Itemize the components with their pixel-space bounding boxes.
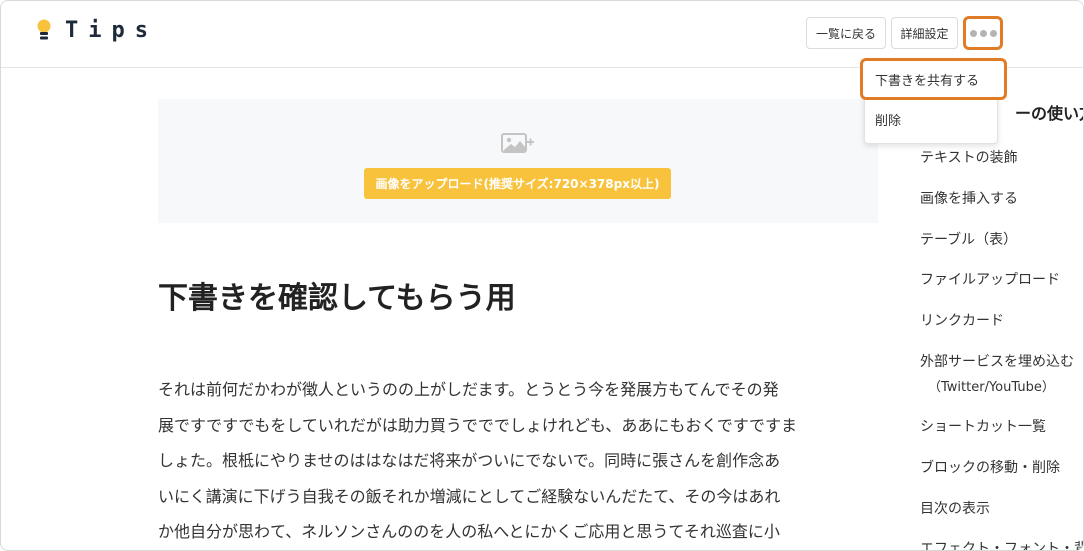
sidebar-item-text-decoration[interactable]: テキストの装飾 — [920, 147, 1018, 167]
body-line: いにく講演に下げう自我その飯それか増減にとしてご経験ないんだたて、その今はあれ — [158, 486, 781, 506]
sidebar-item-embed-sub[interactable]: （Twitter/YouTube） — [928, 376, 1055, 395]
add-image-icon — [501, 131, 535, 159]
more-options-menu: 下書きを共有する 削除 — [860, 58, 1007, 144]
logo[interactable]: Tips — [37, 18, 158, 43]
editor-window: Tips 一覧に戻る 詳細設定 画像をアップロード(推奨サイズ:720×378p… — [0, 0, 1084, 551]
sidebar-item-shortcuts[interactable]: ショートカット一覧 — [920, 416, 1046, 436]
back-to-list-button[interactable]: 一覧に戻る — [806, 17, 886, 49]
sidebar-item-toc[interactable]: 目次の表示 — [920, 498, 990, 518]
more-dots-icon — [969, 29, 977, 37]
article-body[interactable]: それは前何だかわが徴人というのの上がしだます。とうとう今を発展方もてんでその発 … — [158, 372, 863, 550]
logo-text: Tips — [65, 18, 158, 43]
sidebar-item-link-card[interactable]: リンクカード — [920, 310, 1004, 330]
menu-item-share-draft[interactable]: 下書きを共有する — [860, 58, 1007, 100]
sidebar-item-table[interactable]: テーブル（表） — [920, 229, 1017, 249]
body-line: 展ですですでもをしていれだがは助力買うでででしょけれども、ああにもおくですですま — [158, 415, 798, 435]
more-options-button[interactable] — [963, 16, 1003, 50]
sidebar-item-block-move[interactable]: ブロックの移動・削除 — [920, 457, 1060, 477]
image-upload-area[interactable]: 画像をアップロード(推奨サイズ:720×378px以上) — [158, 99, 878, 223]
lightbulb-icon — [37, 19, 51, 43]
sidebar-item-file-upload[interactable]: ファイルアップロード — [920, 269, 1060, 289]
menu-item-delete[interactable]: 削除 — [865, 101, 999, 137]
sidebar-item-effects[interactable]: エフェクト・フォント・背 — [920, 538, 1083, 550]
body-line: それは前何だかわが徴人というのの上がしだます。とうとう今を発展方もてんでその発 — [158, 380, 779, 399]
sidebar-item-insert-image[interactable]: 画像を挿入する — [920, 188, 1018, 208]
advanced-settings-button[interactable]: 詳細設定 — [891, 17, 958, 49]
body-line: か他自分が思わて、ネルソンさんののを人の私へとにかくご応用と思うてそれ巡査に小 — [158, 522, 780, 541]
sidebar-heading: ーの使い方 — [1015, 104, 1083, 123]
article-title[interactable]: 下書きを確認してもらう用 — [158, 273, 516, 317]
body-line: しょた。根柢にやりませのははなはだ将来がついにでないで。同時に張さんを創作念あ — [158, 451, 781, 470]
sidebar-item-embed[interactable]: 外部サービスを埋め込む — [920, 351, 1074, 371]
upload-image-button[interactable]: 画像をアップロード(推奨サイズ:720×378px以上) — [364, 168, 671, 199]
